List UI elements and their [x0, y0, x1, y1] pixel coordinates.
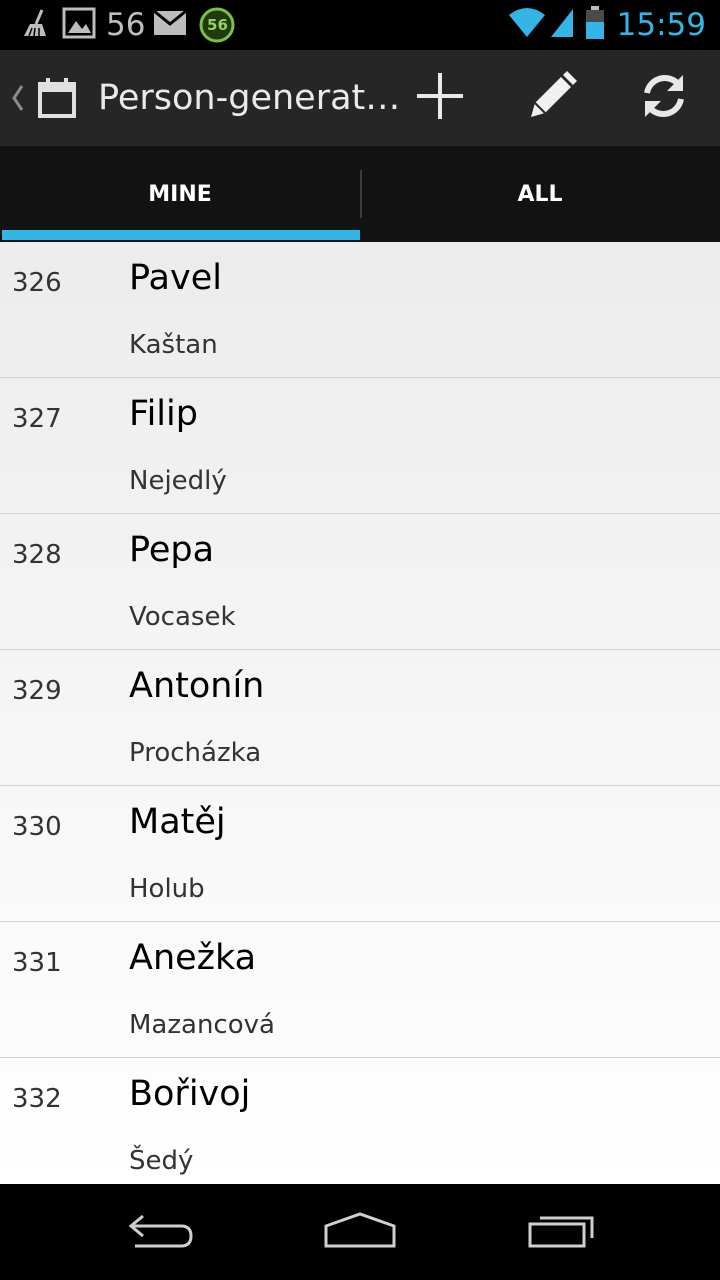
recent-apps-icon: [526, 1210, 598, 1254]
tab-selected-indicator: [2, 230, 360, 240]
battery-icon: [585, 6, 605, 44]
tab-mine[interactable]: MINE: [0, 146, 360, 242]
person-first-name: Filip: [129, 394, 198, 434]
tab-all-label: ALL: [517, 181, 563, 207]
refresh-icon: [639, 71, 689, 125]
person-list[interactable]: 326 Pavel Kaštan 327 Filip Nejedlý 328 P…: [0, 242, 720, 1184]
status-bar: 56 56 15:59: [0, 0, 720, 50]
nav-recent-apps-button[interactable]: [482, 1184, 642, 1280]
mail-icon: [153, 9, 188, 40]
person-first-name: Anežka: [129, 938, 257, 978]
person-id: 328: [12, 540, 62, 570]
person-first-name: Bořivoj: [129, 1074, 251, 1114]
person-first-name: Antonín: [129, 666, 265, 706]
action-bar: Person-generat…: [0, 50, 720, 146]
back-caret-icon[interactable]: [8, 80, 26, 120]
notification-count: 56: [106, 7, 146, 43]
person-last-name: Mazancová: [129, 1010, 275, 1040]
list-item[interactable]: 332 Bořivoj Šedý: [0, 1058, 720, 1184]
person-first-name: Pavel: [129, 258, 222, 298]
home-icon: [322, 1210, 398, 1254]
person-id: 329: [12, 676, 62, 706]
tab-all[interactable]: ALL: [360, 146, 720, 242]
calendar-app-icon[interactable]: [36, 76, 80, 124]
tab-mine-label: MINE: [148, 181, 212, 207]
navigation-bar: [0, 1184, 720, 1280]
status-bar-system: 15:59: [507, 0, 706, 50]
edit-icon: [525, 69, 579, 127]
person-last-name: Šedý: [129, 1146, 194, 1176]
back-icon: [125, 1210, 195, 1254]
person-last-name: Kaštan: [129, 330, 218, 360]
person-last-name: Nejedlý: [129, 466, 227, 496]
person-id: 330: [12, 812, 62, 842]
battery-saver-badge: 56: [207, 16, 228, 34]
nav-home-button[interactable]: [280, 1184, 440, 1280]
person-id: 327: [12, 404, 62, 434]
list-item[interactable]: 329 Antonín Procházka: [0, 650, 720, 786]
list-item[interactable]: 327 Filip Nejedlý: [0, 378, 720, 514]
list-item[interactable]: 328 Pepa Vocasek: [0, 514, 720, 650]
refresh-button[interactable]: [614, 50, 714, 146]
edit-button[interactable]: [502, 50, 602, 146]
nav-back-button[interactable]: [80, 1184, 240, 1280]
add-button[interactable]: [390, 50, 490, 146]
person-last-name: Holub: [129, 874, 205, 904]
add-icon: [415, 71, 465, 125]
person-last-name: Procházka: [129, 738, 262, 768]
list-item[interactable]: 326 Pavel Kaštan: [0, 242, 720, 378]
person-id: 331: [12, 948, 62, 978]
tab-bar: MINE ALL: [0, 146, 720, 242]
list-item[interactable]: 331 Anežka Mazancová: [0, 922, 720, 1058]
status-bar-notifications: 56 56: [20, 0, 235, 50]
signal-icon: [549, 7, 575, 43]
battery-saver-icon: 56: [199, 7, 235, 43]
person-first-name: Pepa: [129, 530, 215, 570]
list-item[interactable]: 330 Matěj Holub: [0, 786, 720, 922]
broom-icon: [20, 8, 48, 42]
person-id: 332: [12, 1084, 62, 1114]
wifi-icon: [507, 7, 547, 43]
action-bar-title: Person-generat…: [98, 78, 401, 118]
person-first-name: Matěj: [129, 802, 226, 842]
person-id: 326: [12, 268, 62, 298]
image-icon: [62, 7, 96, 43]
person-last-name: Vocasek: [129, 602, 236, 632]
clock: 15:59: [616, 7, 706, 43]
